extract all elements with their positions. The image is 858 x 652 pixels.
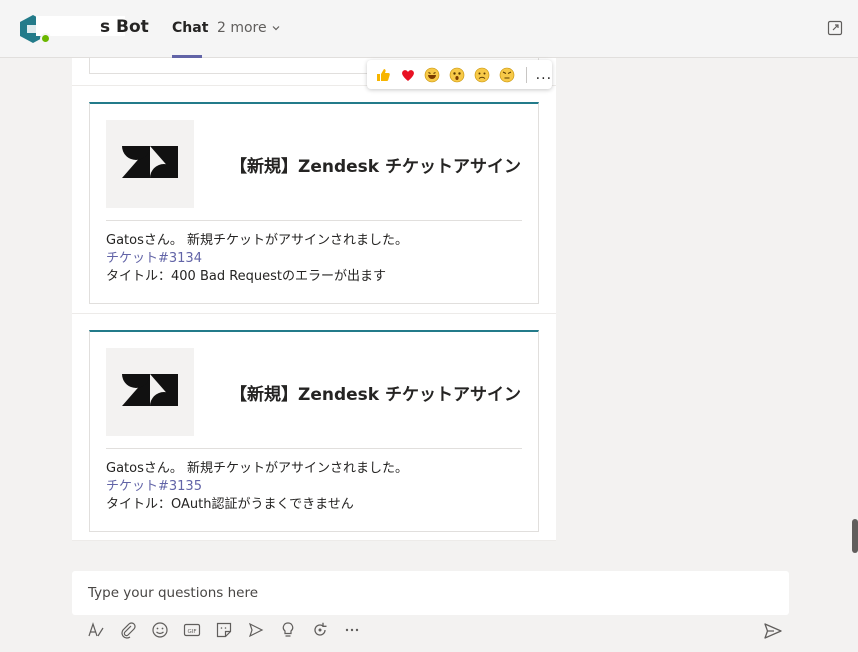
more-apps-icon[interactable] <box>342 620 362 640</box>
compose-box[interactable]: Type your questions here <box>72 571 789 615</box>
more-label: 2 more <box>217 20 267 36</box>
sticker-icon[interactable] <box>214 620 234 640</box>
chevron-down-icon <box>272 26 280 31</box>
card-body: Gatosさん。 新規チケットがアサインされました。 チケット#3135 タイト… <box>106 460 408 514</box>
heart-reaction-icon[interactable] <box>398 65 418 85</box>
ticket-title: タイトル：400 Bad Requestのエラーが出ます <box>106 269 387 284</box>
adaptive-card: 【新規】Zendesk チケットアサイン Gatosさん。 新規チケットがアサイ… <box>89 330 539 532</box>
format-icon[interactable] <box>86 620 106 640</box>
schedule-meeting-icon[interactable] <box>246 620 266 640</box>
compose-placeholder: Type your questions here <box>88 585 259 601</box>
sad-reaction-icon[interactable] <box>472 65 492 85</box>
praise-icon[interactable] <box>278 620 298 640</box>
popout-icon[interactable] <box>827 20 843 36</box>
zendesk-icon <box>122 374 178 406</box>
card-divider <box>106 220 522 221</box>
message-item: 【新規】Zendesk チケットアサイン Gatosさん。 新規チケットがアサイ… <box>72 314 556 541</box>
more-options-icon[interactable]: ... <box>536 67 552 83</box>
scrollbar-thumb[interactable] <box>852 519 858 553</box>
message-item: 【新規】Zendesk チケットアサイン Gatosさん。 新規チケットがアサイ… <box>72 86 556 314</box>
card-divider <box>106 448 522 449</box>
compose-toolbar: GIF <box>86 620 362 640</box>
laugh-reaction-icon[interactable] <box>423 65 443 85</box>
chat-header: s Bot Chat 2 more <box>0 0 858 58</box>
ticket-link[interactable]: チケット#3135 <box>106 478 408 496</box>
like-reaction-icon[interactable] <box>373 65 393 85</box>
surprised-reaction-icon[interactable] <box>447 65 467 85</box>
tab-more-dropdown[interactable]: 2 more <box>217 20 281 36</box>
gif-icon[interactable]: GIF <box>182 620 202 640</box>
reaction-bar: ... <box>367 60 552 89</box>
svg-text:GIF: GIF <box>187 629 196 635</box>
greeting-text: Gatosさん。 新規チケットがアサインされました。 <box>106 461 408 476</box>
ticket-link[interactable]: チケット#3134 <box>106 250 408 268</box>
zendesk-logo <box>106 348 194 436</box>
tab-chat[interactable]: Chat <box>172 20 208 36</box>
ticket-title: タイトル：OAuth認証がうまくできません <box>106 497 354 512</box>
zendesk-logo <box>106 120 194 208</box>
reaction-separator <box>525 66 527 83</box>
angry-reaction-icon[interactable] <box>497 65 517 85</box>
emoji-icon[interactable] <box>150 620 170 640</box>
send-icon[interactable] <box>763 621 783 641</box>
zendesk-icon <box>122 146 178 178</box>
loop-icon[interactable] <box>310 620 330 640</box>
adaptive-card: 【新規】Zendesk チケットアサイン Gatosさん。 新規チケットがアサイ… <box>89 102 539 304</box>
presence-available-icon <box>40 33 51 44</box>
bot-name: s Bot <box>100 17 149 37</box>
card-title: 【新規】Zendesk チケットアサイン <box>230 157 521 177</box>
card-body: Gatosさん。 新規チケットがアサインされました。 チケット#3134 タイト… <box>106 232 408 286</box>
card-title: 【新規】Zendesk チケットアサイン <box>230 385 521 405</box>
greeting-text: Gatosさん。 新規チケットがアサインされました。 <box>106 233 408 248</box>
attach-icon[interactable] <box>118 620 138 640</box>
